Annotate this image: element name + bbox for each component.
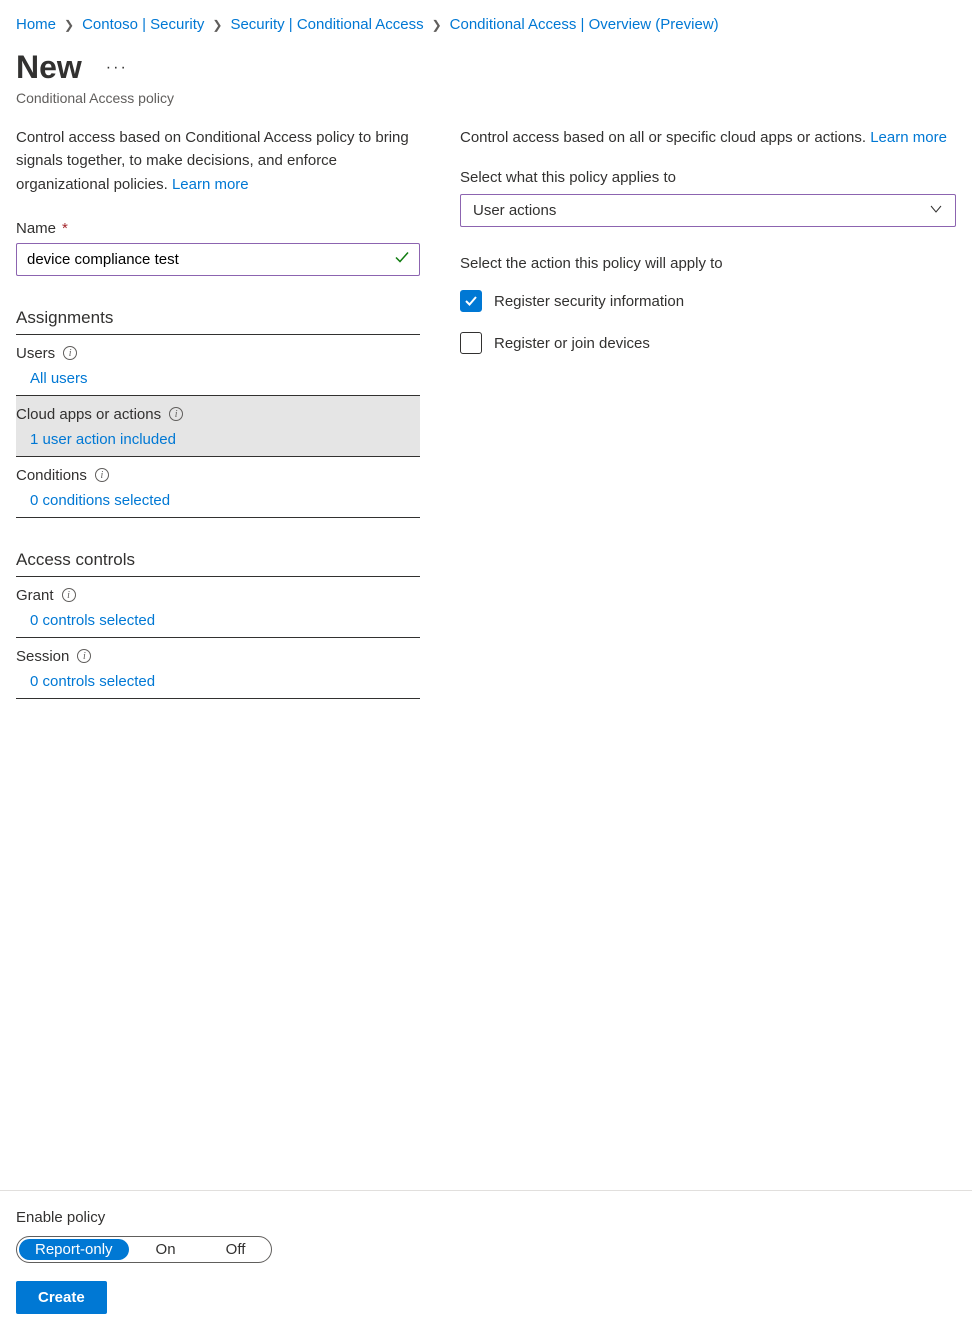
required-mark: * xyxy=(62,220,68,237)
conditions-label: Conditions xyxy=(16,467,87,484)
access-controls-heading: Access controls xyxy=(16,542,420,577)
chevron-right-icon: ❯ xyxy=(432,18,442,32)
checkbox-row-register-devices[interactable]: Register or join devices xyxy=(460,322,956,364)
enable-policy-toggle[interactable]: Report-only On Off xyxy=(16,1236,272,1263)
info-icon[interactable]: i xyxy=(95,468,109,482)
chevron-down-icon xyxy=(929,202,943,219)
applies-to-dropdown[interactable]: User actions xyxy=(460,194,956,227)
action-label: Select the action this policy will apply… xyxy=(460,255,956,272)
toggle-on[interactable]: On xyxy=(131,1237,201,1262)
conditions-row[interactable]: Conditions i 0 conditions selected xyxy=(16,457,420,518)
conditions-value[interactable]: 0 conditions selected xyxy=(16,492,420,509)
breadcrumb-item-home[interactable]: Home xyxy=(16,16,56,33)
checkbox-label-register-devices: Register or join devices xyxy=(494,335,650,352)
users-label: Users xyxy=(16,345,55,362)
checkbox-register-devices[interactable] xyxy=(460,332,482,354)
more-icon[interactable]: ··· xyxy=(106,59,128,77)
grant-row[interactable]: Grant i 0 controls selected xyxy=(16,577,420,638)
grant-value[interactable]: 0 controls selected xyxy=(16,612,420,629)
grant-label: Grant xyxy=(16,587,54,604)
session-label: Session xyxy=(16,648,69,665)
breadcrumb: Home ❯ Contoso | Security ❯ Security | C… xyxy=(0,0,972,41)
cloud-apps-label: Cloud apps or actions xyxy=(16,406,161,423)
checkbox-register-security[interactable] xyxy=(460,290,482,312)
right-intro-text: Control access based on all or specific … xyxy=(460,129,870,146)
session-value[interactable]: 0 controls selected xyxy=(16,673,420,690)
checkbox-label-register-security: Register security information xyxy=(494,293,684,310)
learn-more-link[interactable]: Learn more xyxy=(172,176,249,193)
name-label: Name xyxy=(16,220,56,237)
cloud-apps-value[interactable]: 1 user action included xyxy=(16,431,420,448)
page-subtitle: Conditional Access policy xyxy=(0,86,972,126)
footer: Enable policy Report-only On Off Create xyxy=(0,1190,972,1338)
cloud-apps-row[interactable]: Cloud apps or actions i 1 user action in… xyxy=(16,396,420,457)
info-icon[interactable]: i xyxy=(63,346,77,360)
info-icon[interactable]: i xyxy=(169,407,183,421)
applies-to-label: Select what this policy applies to xyxy=(460,169,956,186)
breadcrumb-item-overview[interactable]: Conditional Access | Overview (Preview) xyxy=(450,16,719,33)
chevron-right-icon: ❯ xyxy=(212,18,222,32)
checkmark-icon xyxy=(394,250,410,269)
enable-policy-label: Enable policy xyxy=(16,1209,956,1226)
toggle-off[interactable]: Off xyxy=(201,1237,271,1262)
session-row[interactable]: Session i 0 controls selected xyxy=(16,638,420,699)
assignments-heading: Assignments xyxy=(16,300,420,335)
right-intro: Control access based on all or specific … xyxy=(460,126,956,149)
toggle-report-only[interactable]: Report-only xyxy=(19,1239,129,1260)
info-icon[interactable]: i xyxy=(62,588,76,602)
users-value[interactable]: All users xyxy=(16,370,420,387)
info-icon[interactable]: i xyxy=(77,649,91,663)
checkbox-row-register-security[interactable]: Register security information xyxy=(460,280,956,322)
users-row[interactable]: Users i All users xyxy=(16,335,420,396)
applies-to-value: User actions xyxy=(473,202,556,219)
breadcrumb-item-conditional-access[interactable]: Security | Conditional Access xyxy=(230,16,423,33)
left-intro: Control access based on Conditional Acce… xyxy=(16,126,420,196)
name-input[interactable] xyxy=(16,243,420,276)
create-button[interactable]: Create xyxy=(16,1281,107,1314)
page-title: New xyxy=(16,49,82,86)
learn-more-link-right[interactable]: Learn more xyxy=(870,129,947,146)
breadcrumb-item-contoso-security[interactable]: Contoso | Security xyxy=(82,16,204,33)
chevron-right-icon: ❯ xyxy=(64,18,74,32)
